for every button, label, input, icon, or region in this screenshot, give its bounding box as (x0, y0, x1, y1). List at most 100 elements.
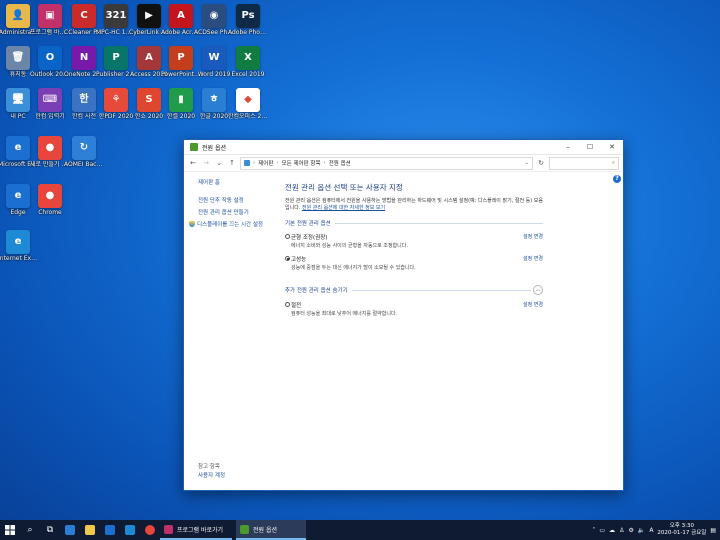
edge-icon: e (6, 136, 30, 160)
volume-icon[interactable]: 🔈 (638, 527, 645, 534)
plan-name: 균형 조정(권장) (291, 235, 328, 241)
chrome-icon: ● (38, 184, 62, 208)
store-icon[interactable] (60, 520, 80, 540)
desktop-icon-label: Adobe Photosh... (228, 29, 268, 36)
hanshow-icon: S (137, 88, 161, 112)
search-input[interactable]: ⌕ (549, 156, 619, 170)
window-title: 전원 옵션 (202, 144, 226, 152)
sidebar-display-off-time[interactable]: 디스플레이를 끄는 시간 설정 (189, 220, 280, 228)
sidebar-power-button-settings[interactable]: 전원 단추 작동 설정 (198, 196, 280, 204)
hancom-input-icon: ⌨ (38, 88, 62, 112)
plan-power-saver[interactable]: 절전 컴퓨터 성능을 최대로 낮추어 에너지를 절약합니다. 설정 변경 (285, 301, 543, 317)
plan-high-performance[interactable]: 고성능 성능에 중점을 두는 대신 에너지가 많이 소모될 수 있습니다. 설정… (285, 255, 543, 271)
taskbar-item-power-options[interactable]: 전원 옵션 (236, 520, 306, 540)
internet-explorer-icon: e (6, 230, 30, 254)
word-icon: W (202, 46, 226, 70)
cloud-icon[interactable]: ☁ (609, 527, 615, 534)
recent-chevron-icon[interactable]: ⌄ (214, 158, 224, 168)
desktop-icon-label: AOMEI Backupper (64, 161, 104, 168)
plan-power-saver-change-settings[interactable]: 설정 변경 (523, 301, 543, 308)
desktop-icon[interactable]: ↻AOMEI Backupper (64, 136, 104, 168)
file-explorer-icon[interactable] (80, 520, 100, 540)
task-view-icon[interactable]: ⧉ (40, 520, 60, 540)
program-shortcut-icon (164, 524, 173, 534)
user-icon[interactable]: ♙ (619, 527, 624, 534)
hidden-icons-chevron-icon[interactable]: ˄ (592, 527, 595, 534)
desktop-icon[interactable]: ◆한컴오피스 2020 (228, 88, 268, 120)
see-also-heading: 참고 항목 (198, 464, 220, 470)
hancom-office-icon: ◆ (236, 88, 260, 112)
photoshop-icon: Ps (236, 4, 260, 28)
system-tray: ˄ ▭ ☁ ♙ ⚙ 🔈 A 오후 3:30 2020-01-17 금요일 ▤ (592, 520, 720, 540)
desktop-icon-label: Excel 2019 (231, 71, 265, 78)
plan-name: 고성능 (291, 257, 307, 263)
desktop-icon[interactable]: X Excel 2019 (228, 46, 268, 78)
power-options-window: 전원 옵션 – ☐ ✕ ← → ⌄ ↑ › 제어판 › 모든 제어판 항목 › … (183, 139, 624, 491)
plan-balanced[interactable]: 균형 조정(권장) 에너지 소비와 성능 사이의 균형을 자동으로 조정합니다.… (285, 233, 543, 249)
notifications-icon[interactable]: ▤ (710, 527, 716, 534)
user-folder-icon: 👤 (6, 4, 30, 28)
main-panel: 전원 관리 옵션 선택 또는 사용자 지정 전원 관리 옵션은 컴퓨터에서 전원… (285, 171, 543, 317)
default-plans-header: 기본 전원 관리 옵션 (285, 219, 543, 227)
sidebar-user-accounts[interactable]: 사용자 계정 (198, 471, 225, 479)
up-arrow-icon[interactable]: ↑ (227, 158, 237, 168)
taskbar: ⌕ ⧉ 프로그램 바로가기 전원 옵션 ˄ ▭ ☁ ♙ ⚙ 🔈 A 오후 3:3… (0, 520, 720, 540)
network-icon[interactable]: ▭ (599, 527, 605, 534)
window-titlebar[interactable]: 전원 옵션 – ☐ ✕ (184, 140, 623, 155)
recycle-bin-icon: 🗑 (6, 46, 30, 70)
hancell-icon: ▮ (169, 88, 193, 112)
back-arrow-icon[interactable]: ← (188, 158, 198, 168)
powerpoint-icon: P (169, 46, 193, 70)
desktop-icon[interactable]: PsAdobe Photosh... (228, 4, 268, 36)
plan-name: 절전 (291, 303, 302, 309)
plan-balanced-radio[interactable] (285, 234, 290, 239)
plan-balanced-change-settings[interactable]: 설정 변경 (523, 233, 543, 240)
chrome-settings-icon: ● (38, 136, 62, 160)
collapse-chevron-icon[interactable]: ︿ (533, 285, 543, 295)
plan-description: 에너지 소비와 성능 사이의 균형을 자동으로 조정합니다. (291, 243, 408, 249)
address-dropdown-icon[interactable]: ⌄ (524, 160, 529, 166)
extra-plans-header[interactable]: 추가 전원 관리 옵션 숨기기 ︿ (285, 285, 543, 295)
windows-logo-icon (5, 525, 15, 535)
plan-description: 성능에 중점을 두는 대신 에너지가 많이 소모될 수 있습니다. (291, 265, 416, 271)
clock[interactable]: 오후 3:30 2020-01-17 금요일 (657, 523, 706, 537)
shield-icon (189, 221, 195, 227)
breadcrumb-power-options[interactable]: 전원 옵션 (329, 159, 351, 167)
hancom-dictionary-icon: 한 (72, 88, 96, 112)
more-info-link[interactable]: 전원 관리 옵션에 대한 자세한 정보 보기 (302, 205, 385, 211)
refresh-icon[interactable]: ↻ (536, 158, 546, 168)
power-options-app-icon (190, 143, 198, 151)
settings-gear-icon[interactable]: ⚙ (628, 527, 633, 534)
close-button[interactable]: ✕ (601, 140, 623, 154)
maximize-button[interactable]: ☐ (579, 140, 601, 154)
address-row: ← → ⌄ ↑ › 제어판 › 모든 제어판 항목 › 전원 옵션 ⌄ ↻ ⌕ (184, 155, 623, 172)
help-icon[interactable]: ? (613, 175, 621, 183)
desktop-icon[interactable]: ● Chrome (30, 184, 70, 216)
forward-arrow-icon[interactable]: → (201, 158, 211, 168)
desktop-icon[interactable]: eInternet Explorer (0, 230, 38, 262)
sidebar: 제어판 홈 전원 단추 작동 설정 전원 관리 옵션 만들기 디스플레이를 끄는… (184, 171, 280, 490)
desktop-icon-label: 한컴오피스 2020 (228, 113, 268, 120)
chrome-taskbar-icon[interactable] (140, 520, 160, 540)
minimize-button[interactable]: – (557, 140, 579, 154)
sidebar-control-panel-home[interactable]: 제어판 홈 (198, 178, 280, 186)
edge-legacy-icon: e (6, 184, 30, 208)
breadcrumb-control-panel[interactable]: 제어판 (258, 159, 273, 167)
hanpdf-icon: ⚘ (104, 88, 128, 112)
plan-high-performance-radio[interactable] (285, 256, 290, 261)
taskbar-item-program-shortcuts[interactable]: 프로그램 바로가기 (160, 520, 232, 540)
control-panel-icon (244, 160, 250, 166)
plan-high-performance-change-settings[interactable]: 설정 변경 (523, 255, 543, 262)
access-icon: A (137, 46, 161, 70)
ie-taskbar-icon[interactable] (120, 520, 140, 540)
ime-indicator[interactable]: A (649, 527, 653, 534)
search-taskbar-icon[interactable]: ⌕ (20, 520, 40, 540)
publisher-icon: P (104, 46, 128, 70)
sidebar-create-power-plan[interactable]: 전원 관리 옵션 만들기 (198, 208, 280, 216)
window-content: ? 제어판 홈 전원 단추 작동 설정 전원 관리 옵션 만들기 디스플레이를 … (184, 171, 623, 490)
breadcrumb-all-items[interactable]: 모든 제어판 항목 (282, 159, 321, 167)
address-bar[interactable]: › 제어판 › 모든 제어판 항목 › 전원 옵션 ⌄ (240, 156, 533, 170)
plan-power-saver-radio[interactable] (285, 302, 290, 307)
edge-taskbar-icon[interactable] (100, 520, 120, 540)
start-button[interactable] (0, 520, 20, 540)
